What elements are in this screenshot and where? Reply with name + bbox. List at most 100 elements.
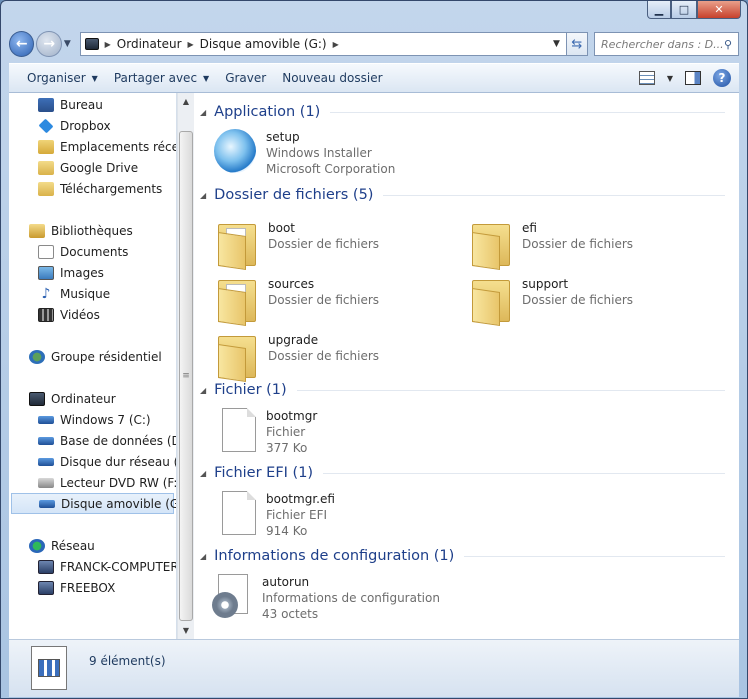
- refresh-button[interactable]: ⇆: [566, 32, 589, 56]
- folder-icon: [216, 332, 258, 382]
- nav-item-drive-d[interactable]: Base de données (D:): [9, 430, 176, 451]
- scroll-down-icon[interactable]: ▼: [178, 622, 194, 639]
- group-title: Informations de configuration (1): [214, 548, 455, 564]
- group-title: Fichier (1): [214, 382, 287, 398]
- chevron-right-icon[interactable]: ▶: [105, 40, 111, 49]
- nav-item-bureau[interactable]: Bureau: [9, 94, 176, 115]
- recent-pages-dropdown[interactable]: ▼: [64, 39, 76, 49]
- hard-drive-icon: [38, 436, 54, 445]
- homegroup-icon: [29, 349, 45, 364]
- collapse-triangle-icon[interactable]: ◢: [200, 386, 206, 395]
- nav-label: Lecteur DVD RW (F:) M: [60, 475, 176, 490]
- file-type: Dossier de fichiers: [268, 293, 380, 307]
- nav-label: Windows 7 (C:): [60, 412, 151, 427]
- new-folder-button[interactable]: Nouveau dossier: [274, 67, 390, 89]
- burn-button[interactable]: Graver: [217, 67, 274, 89]
- nav-item-dropbox[interactable]: Dropbox: [9, 115, 176, 136]
- folder-item-upgrade[interactable]: upgrade Dossier de fichiers: [216, 332, 379, 382]
- breadcrumb-ordinateur[interactable]: Ordinateur: [117, 37, 182, 51]
- file-size: 377 Ko: [266, 441, 308, 455]
- scroll-up-icon[interactable]: ▲: [178, 93, 194, 110]
- folder-item-boot[interactable]: boot Dossier de fichiers: [216, 220, 379, 270]
- nav-item-reseau[interactable]: Réseau: [9, 535, 176, 556]
- installer-icon: [214, 129, 256, 173]
- nav-item-drive-f[interactable]: Lecteur DVD RW (F:) M: [9, 472, 176, 493]
- file-name: autorun: [262, 575, 310, 589]
- file-item-bootmgr[interactable]: bootmgr Fichier 377 Ko: [216, 408, 317, 456]
- nav-pane-scrollbar[interactable]: ▲ ≡ ▼: [177, 93, 194, 639]
- nav-item-groupe-residentiel[interactable]: Groupe résidentiel: [9, 346, 176, 367]
- file-name: efi: [522, 221, 537, 235]
- collapse-triangle-icon[interactable]: ◢: [200, 469, 206, 478]
- chevron-right-icon[interactable]: ▶: [333, 40, 339, 49]
- file-type: Dossier de fichiers: [522, 237, 634, 251]
- nav-item-drive-g[interactable]: Disque amovible (G:): [11, 493, 176, 514]
- network-computer-icon: [38, 580, 54, 595]
- organize-menu[interactable]: Organiser ▼: [19, 67, 106, 89]
- collapse-triangle-icon[interactable]: ◢: [200, 191, 206, 200]
- nav-item-bibliotheques[interactable]: Bibliothèques: [9, 220, 176, 241]
- arrow-right-icon: →: [43, 36, 56, 52]
- group-header-application[interactable]: ◢ Application (1): [200, 102, 725, 122]
- file-item-autorun[interactable]: autorun Informations de configuration 43 o…: [212, 574, 440, 622]
- search-input[interactable]: Rechercher dans : D...: [601, 38, 724, 51]
- search-icon[interactable]: ⚲: [724, 38, 732, 51]
- file-type: Windows Installer: [266, 146, 372, 160]
- group-header-file[interactable]: ◢ Fichier (1): [200, 380, 725, 400]
- dropdown-arrow-icon: ▼: [91, 73, 98, 83]
- group-header-efi-file[interactable]: ◢ Fichier EFI (1): [200, 463, 725, 483]
- collapse-triangle-icon[interactable]: ◢: [200, 108, 206, 117]
- address-bar[interactable]: ▶ Ordinateur ▶ Disque amovible (G:) ▶ ▼: [79, 32, 567, 56]
- folder-item-efi[interactable]: efi Dossier de fichiers: [470, 220, 634, 270]
- nav-item-franck-computer[interactable]: FRANCK-COMPUTER: [9, 556, 176, 577]
- nav-item-ordinateur[interactable]: Ordinateur: [9, 388, 176, 409]
- file-type: Fichier: [266, 425, 306, 439]
- maximize-button[interactable]: □: [671, 1, 697, 19]
- file-company: Microsoft Corporation: [266, 162, 396, 176]
- nav-item-documents[interactable]: Documents: [9, 241, 176, 262]
- view-dropdown-icon[interactable]: ▼: [667, 74, 673, 83]
- group-header-folders[interactable]: ◢ Dossier de fichiers (5): [200, 185, 725, 205]
- address-dropdown-icon[interactable]: ▼: [548, 39, 566, 49]
- file-item-bootmgr-efi[interactable]: bootmgr.efi Fichier EFI 914 Ko: [216, 491, 335, 539]
- breadcrumb-disque-amovible[interactable]: Disque amovible (G:): [200, 37, 327, 51]
- change-view-icon[interactable]: [638, 71, 655, 85]
- pictures-icon: [38, 265, 54, 280]
- organize-label: Organiser: [27, 71, 86, 85]
- chevron-right-icon[interactable]: ▶: [188, 40, 194, 49]
- folder-item-support[interactable]: support Dossier de fichiers: [470, 276, 634, 326]
- nav-item-google-drive[interactable]: Google Drive: [9, 157, 176, 178]
- folder-item-sources[interactable]: sources Dossier de fichiers: [216, 276, 380, 326]
- scroll-thumb[interactable]: ≡: [179, 131, 193, 621]
- nav-item-freebox[interactable]: FREEBOX: [9, 577, 176, 598]
- back-button[interactable]: ←: [9, 31, 35, 57]
- close-button[interactable]: ✕: [697, 1, 741, 19]
- nav-item-drive-c[interactable]: Windows 7 (C:): [9, 409, 176, 430]
- nav-item-drive-e[interactable]: Disque dur réseau (E:): [9, 451, 176, 472]
- nav-item-images[interactable]: Images: [9, 262, 176, 283]
- search-box[interactable]: Rechercher dans : D... ⚲: [594, 32, 739, 56]
- collapse-triangle-icon[interactable]: ◢: [200, 552, 206, 561]
- nav-label: Bureau: [60, 97, 103, 112]
- group-title: Dossier de fichiers (5): [214, 187, 374, 203]
- nav-item-telechargements[interactable]: Téléchargements: [9, 178, 176, 199]
- file-type: Dossier de fichiers: [522, 293, 634, 307]
- folder-icon: [38, 160, 54, 175]
- forward-button[interactable]: →: [36, 31, 62, 57]
- drive-contents-icon: [31, 646, 67, 690]
- caption-buttons: ▁ □ ✕: [647, 1, 741, 20]
- file-item-setup[interactable]: setup Windows Installer Microsoft Corporat…: [214, 129, 395, 177]
- help-button[interactable]: ?: [713, 69, 731, 87]
- minimize-button[interactable]: ▁: [647, 1, 671, 19]
- file-list: ◢ Application (1) setup Windows Installer M…: [194, 93, 739, 639]
- nav-item-musique[interactable]: ♪ Musique: [9, 283, 176, 304]
- config-file-icon: [212, 574, 252, 618]
- preview-pane-icon[interactable]: [685, 71, 701, 85]
- group-header-config[interactable]: ◢ Informations de configuration (1): [200, 546, 725, 566]
- nav-label: Base de données (D:): [60, 433, 177, 448]
- nav-item-videos[interactable]: Vidéos: [9, 304, 176, 325]
- share-with-menu[interactable]: Partager avec ▼: [106, 67, 217, 89]
- nav-item-emplacements-recents[interactable]: Emplacements récents: [9, 136, 176, 157]
- arrow-left-icon: ←: [15, 36, 28, 52]
- folder-icon: [470, 220, 512, 270]
